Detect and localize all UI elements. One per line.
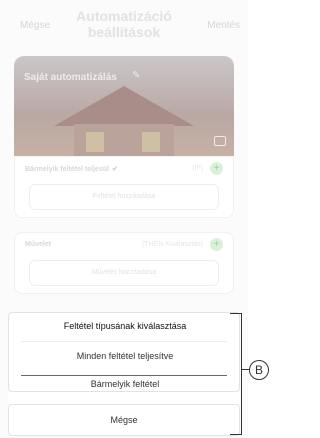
house-roof-graphic [54, 86, 194, 126]
add-condition-icon[interactable]: + [210, 162, 223, 175]
add-action-button[interactable]: Művelet hozzáadása [29, 260, 219, 286]
sheet-cancel-button[interactable]: Mégse [8, 404, 240, 436]
divider [21, 375, 227, 376]
pencil-icon[interactable]: ✎ [132, 70, 140, 81]
conditions-tag: (IF) [192, 165, 203, 172]
callout-bracket [230, 313, 242, 435]
actions-card: Művelet (THEN Kiválasztás) + Művelet hoz… [14, 232, 234, 294]
page-title: Automatizáció beállítások [76, 8, 172, 40]
option-all-conditions[interactable]: Minden feltétel teljesítve [9, 351, 241, 361]
header-bar: Mégse Automatizáció beállítások Mentés [0, 6, 248, 46]
divider [21, 341, 227, 342]
chevron-down-icon: ✔ [112, 166, 118, 173]
save-link[interactable]: Mentés [207, 20, 240, 31]
cancel-link[interactable]: Mégse [20, 20, 50, 31]
condition-type-action-sheet: Feltétel típusának kiválasztása Minden f… [8, 312, 240, 392]
image-icon[interactable] [214, 136, 226, 146]
condition-type-label: Bármelyik feltétel teljesül [25, 166, 110, 173]
add-condition-button[interactable]: Feltétel hozzáadása [29, 184, 219, 210]
sheet-extension [8, 392, 240, 404]
conditions-card: Bármelyik feltétel teljesül ✔ (IF) + Felt… [14, 156, 234, 218]
house-window-graphic [86, 132, 104, 152]
automation-name: Saját automatizálás [24, 72, 117, 83]
sheet-title: Feltétel típusának kiválasztása [63, 321, 187, 331]
condition-type-selector[interactable]: Bármelyik feltétel teljesül ✔ [25, 165, 118, 173]
add-action-icon[interactable]: + [210, 238, 223, 251]
house-window-graphic [142, 132, 160, 152]
actions-label: Művelet [25, 241, 52, 248]
callout-marker: B [249, 360, 269, 380]
option-any-condition[interactable]: Bármelyik feltétel [9, 379, 241, 389]
automation-cover-image: Saját automatizálás ✎ [14, 56, 234, 156]
actions-tag: (THEN Kiválasztás) [141, 241, 203, 248]
